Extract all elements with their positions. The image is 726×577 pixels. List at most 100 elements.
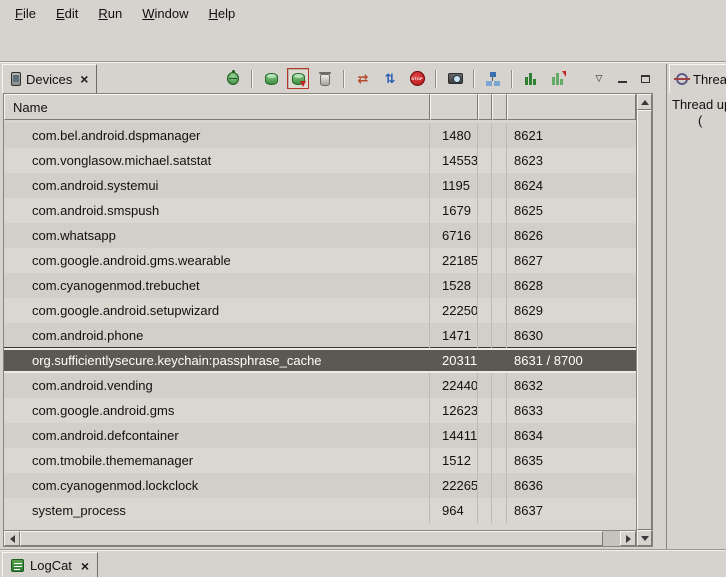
- menu-file[interactable]: File: [6, 2, 45, 25]
- cell-empty: [478, 273, 492, 298]
- table-row[interactable]: com.android.systemui 1195 8624: [4, 173, 636, 198]
- table-row[interactable]: com.android.vending 22440 8632: [4, 373, 636, 398]
- toolbar-separator: [511, 70, 513, 88]
- tab-devices[interactable]: Devices ×: [2, 64, 97, 93]
- devices-toolbar: ⇄ ⇅ STOP ▽: [222, 66, 654, 91]
- menu-window[interactable]: Window: [133, 2, 197, 25]
- main-toolbar: [0, 26, 726, 62]
- vertical-scroll-thumb[interactable]: [637, 110, 652, 530]
- process-port: 8633: [507, 398, 636, 423]
- table-row[interactable]: com.tmobile.thememanager 1512 8635: [4, 448, 636, 473]
- view-menu-chevron-icon[interactable]: ▽: [590, 70, 608, 88]
- cell-empty: [478, 148, 492, 173]
- vertical-scrollbar: [636, 94, 652, 546]
- tab-threads-label: Threads: [693, 72, 726, 87]
- screen-capture-icon[interactable]: [444, 68, 466, 89]
- close-icon[interactable]: ×: [80, 72, 88, 86]
- table-row[interactable]: com.android.smspush 1679 8625: [4, 198, 636, 223]
- process-name: com.bel.android.dspmanager: [4, 123, 430, 148]
- process-port: 8634: [507, 423, 636, 448]
- tab-logcat-label: LogCat: [30, 558, 72, 573]
- process-pid: 1480: [430, 123, 478, 148]
- menu-window-label: Window: [142, 6, 188, 21]
- process-port: 8629: [507, 298, 636, 323]
- process-name: com.android.smspush: [4, 198, 430, 223]
- triangle-left-glyph: [10, 535, 15, 543]
- scroll-right-icon[interactable]: [620, 531, 636, 546]
- table-row[interactable]: com.android.phone 1471 8630: [4, 323, 636, 348]
- table-row[interactable]: com.android.defcontainer 14411 8634: [4, 423, 636, 448]
- process-port: 8628: [507, 273, 636, 298]
- triangle-up-glyph: [641, 100, 649, 105]
- heap-glyph: [265, 73, 278, 85]
- cell-empty: [492, 298, 507, 323]
- menu-run[interactable]: Run: [89, 2, 131, 25]
- device-process-list: com.bel.android.dspmanager 1480 8621 com…: [4, 123, 636, 523]
- table-row[interactable]: com.vonglasow.michael.satstat 14553 8623: [4, 148, 636, 173]
- start-profiling-icon[interactable]: [547, 68, 569, 89]
- column-header-name[interactable]: Name: [4, 94, 430, 120]
- maximize-icon[interactable]: [636, 70, 654, 88]
- process-pid: 20311: [430, 350, 478, 371]
- tab-logcat[interactable]: LogCat ×: [2, 552, 98, 577]
- column-header-pid[interactable]: [430, 94, 478, 120]
- bottom-tabbar: LogCat ×: [0, 549, 726, 577]
- process-name: com.vonglasow.michael.satstat: [4, 148, 430, 173]
- maximize-glyph: [641, 75, 650, 83]
- method-profiling-icon[interactable]: [520, 68, 542, 89]
- menu-edit[interactable]: Edit: [47, 2, 87, 25]
- update-threads-icon[interactable]: ⇄: [352, 68, 374, 89]
- device-icon: [11, 72, 21, 86]
- debug-process-icon[interactable]: [222, 68, 244, 89]
- column-header-port[interactable]: [507, 94, 636, 120]
- table-row[interactable]: com.google.android.gms.wearable 22185 86…: [4, 248, 636, 273]
- dump-threads-icon[interactable]: ⇅: [379, 68, 401, 89]
- process-name: com.android.vending: [4, 373, 430, 398]
- scroll-left-icon[interactable]: [4, 531, 20, 546]
- minimize-icon[interactable]: [613, 70, 631, 88]
- tab-threads[interactable]: Threads: [669, 64, 726, 93]
- table-row[interactable]: com.google.android.setupwizard 22250 862…: [4, 298, 636, 323]
- table-row[interactable]: com.cyanogenmod.lockclock 22265 8636: [4, 473, 636, 498]
- column-header-a[interactable]: [478, 94, 492, 120]
- process-port: 8627: [507, 248, 636, 273]
- hierarchy-glyph: [486, 72, 500, 86]
- update-heap-icon[interactable]: [260, 68, 282, 89]
- process-name: com.whatsapp: [4, 223, 430, 248]
- cause-gc-icon[interactable]: [314, 68, 336, 89]
- table-row[interactable]: com.bel.android.dspmanager 1480 8621: [4, 123, 636, 148]
- table-row[interactable]: com.google.android.gms 12623 8633: [4, 398, 636, 423]
- dump-hprof-icon[interactable]: [287, 68, 309, 89]
- menu-help-label: Help: [208, 6, 235, 21]
- close-icon[interactable]: ×: [81, 559, 89, 573]
- column-header-b[interactable]: [492, 94, 507, 120]
- process-port: 8623: [507, 148, 636, 173]
- cell-empty: [492, 373, 507, 398]
- process-pid: 1679: [430, 198, 478, 223]
- scroll-down-icon[interactable]: [637, 530, 652, 546]
- menu-help[interactable]: Help: [199, 2, 244, 25]
- horizontal-scroll-thumb[interactable]: [20, 531, 603, 546]
- process-pid: 22250: [430, 298, 478, 323]
- process-pid: 14553: [430, 148, 478, 173]
- table-row[interactable]: system_process 964 8637: [4, 498, 636, 523]
- bug-glyph: [227, 72, 239, 85]
- logcat-icon: [11, 559, 24, 572]
- process-port: 8624: [507, 173, 636, 198]
- devices-tabbar: Devices × ⇄ ⇅ STOP ▽: [2, 64, 656, 93]
- profiling-arrow-glyph: [551, 72, 565, 85]
- process-port: 8630: [507, 323, 636, 348]
- stop-process-icon[interactable]: STOP: [406, 68, 428, 89]
- table-row[interactable]: com.whatsapp 6716 8626: [4, 223, 636, 248]
- cell-empty: [478, 423, 492, 448]
- table-row[interactable]: org.sufficientlysecure.keychain:passphra…: [4, 348, 636, 373]
- scroll-up-icon[interactable]: [637, 94, 652, 110]
- process-port: 8632: [507, 373, 636, 398]
- toolbar-separator: [343, 70, 345, 88]
- cell-empty: [478, 373, 492, 398]
- process-pid: 964: [430, 498, 478, 523]
- toolbar-separator: [435, 70, 437, 88]
- table-row[interactable]: com.cyanogenmod.trebuchet 1528 8628: [4, 273, 636, 298]
- view-hierarchy-icon[interactable]: [482, 68, 504, 89]
- cell-empty: [478, 248, 492, 273]
